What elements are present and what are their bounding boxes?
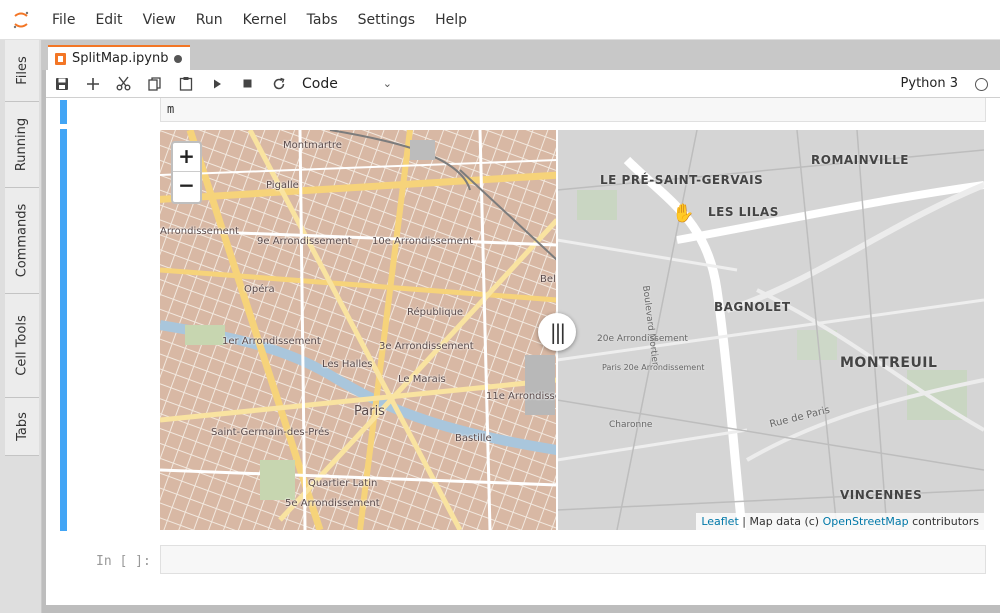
cell-prompt: In [ ]: bbox=[96, 554, 151, 569]
map-label-romainville: ROMAINVILLE bbox=[811, 153, 909, 167]
jupyterlab-window: File Edit View Run Kernel Tabs Settings … bbox=[0, 0, 1000, 613]
openstreetmap-link[interactable]: OpenStreetMap bbox=[823, 515, 909, 528]
map-label: 5e Arrondissement bbox=[285, 498, 380, 509]
map-label-20e: 20e Arrondissement bbox=[597, 334, 688, 344]
previous-cell-input[interactable]: m bbox=[160, 98, 986, 122]
left-map-layer[interactable]: Montmartre Pigalle 9e Arrondissement 10e… bbox=[160, 130, 557, 530]
unsaved-indicator-icon[interactable] bbox=[174, 55, 182, 63]
cell-type-select[interactable]: Code ⌄ bbox=[302, 76, 392, 92]
map-attribution: Leaflet | Map data (c) OpenStreetMap con… bbox=[696, 513, 984, 530]
chevron-down-icon: ⌄ bbox=[382, 77, 392, 90]
restart-icon bbox=[273, 77, 284, 89]
split-map-output[interactable]: Montmartre Pigalle 9e Arrondissement 10e… bbox=[160, 130, 984, 530]
zoom-in-button[interactable]: + bbox=[173, 143, 200, 172]
notebook-icon bbox=[55, 52, 66, 65]
notebook-panel[interactable]: m Montmartre Pigalle 9e Arrondissement 1… bbox=[46, 98, 1000, 605]
add-cell-button[interactable] bbox=[77, 70, 108, 98]
run-icon bbox=[213, 79, 221, 88]
swipe-handle[interactable]: ||| bbox=[538, 313, 576, 351]
menu-bar: File Edit View Run Kernel Tabs Settings … bbox=[0, 0, 1000, 40]
map-label: 3e Arrondissement bbox=[379, 341, 474, 352]
zoom-out-button[interactable]: − bbox=[173, 172, 200, 201]
sidebar-tab-label: Running bbox=[14, 117, 30, 172]
sidebar-tab-running[interactable]: Running bbox=[5, 102, 39, 188]
status-strip bbox=[42, 605, 1000, 613]
map-label-montreuil: MONTREUIL bbox=[840, 355, 938, 371]
menu-view[interactable]: View bbox=[133, 0, 186, 40]
map-label: Paris bbox=[354, 404, 385, 419]
copy-icon bbox=[147, 76, 161, 91]
leaflet-link[interactable]: Leaflet bbox=[701, 515, 738, 528]
map-label-vincennes: VINCENNES bbox=[840, 488, 923, 502]
menu-file[interactable]: File bbox=[42, 0, 85, 40]
tab-splitmap-notebook[interactable]: SplitMap.ipynb bbox=[48, 45, 190, 70]
map-label: Le Marais bbox=[398, 374, 446, 385]
left-sidebar: Files Running Commands Cell Tools Tabs bbox=[0, 40, 42, 613]
restart-kernel-button[interactable] bbox=[263, 70, 294, 98]
map-label: 11e Arrondissement bbox=[486, 391, 557, 402]
sidebar-tab-label: Commands bbox=[14, 203, 30, 278]
cut-button[interactable] bbox=[108, 70, 139, 98]
sidebar-tab-cell-tools[interactable]: Cell Tools bbox=[5, 294, 39, 398]
street-map-tiles bbox=[160, 130, 557, 530]
paste-icon bbox=[179, 77, 192, 91]
map-label-bagnolet: BAGNOLET bbox=[714, 300, 791, 314]
sidebar-tab-label: Tabs bbox=[14, 412, 30, 441]
menu-help[interactable]: Help bbox=[425, 0, 477, 40]
previous-cell-collapser[interactable] bbox=[60, 100, 67, 124]
main-area: SplitMap.ipynb Code ⌄ Python 3 m Montmar… bbox=[42, 40, 1000, 613]
grab-cursor-icon: ✋ bbox=[672, 203, 695, 224]
add-icon bbox=[86, 77, 99, 90]
stop-icon bbox=[243, 79, 252, 88]
save-button[interactable] bbox=[46, 70, 77, 98]
sidebar-tab-commands[interactable]: Commands bbox=[5, 188, 39, 294]
cell-type-value: Code bbox=[302, 75, 338, 92]
map-label: Les Halles bbox=[322, 359, 373, 370]
right-map-layer[interactable]: ROMAINVILLE LE PRÉ-SAINT-GERVAIS LES LIL… bbox=[557, 130, 984, 530]
attribution-suffix: contributors bbox=[908, 515, 979, 528]
kernel-status-icon bbox=[975, 78, 988, 91]
save-icon bbox=[55, 77, 68, 90]
map-label-les-lilas: LES LILAS bbox=[708, 205, 779, 219]
map-label-paris-20e: Paris 20e Arrondissement bbox=[602, 363, 705, 372]
paste-button[interactable] bbox=[170, 70, 201, 98]
menu-kernel[interactable]: Kernel bbox=[233, 0, 297, 40]
map-label: Opéra bbox=[244, 284, 275, 295]
jupyter-logo-icon bbox=[0, 0, 42, 40]
map-label: Bastille bbox=[455, 433, 492, 444]
sidebar-tab-label: Files bbox=[14, 56, 30, 85]
sidebar-tab-files[interactable]: Files bbox=[5, 40, 39, 102]
sidebar-tab-label: Cell Tools bbox=[14, 315, 30, 376]
map-label-charonne: Charonne bbox=[609, 420, 653, 430]
active-cell-collapser[interactable] bbox=[60, 129, 67, 531]
map-label: Quartier Latin bbox=[308, 478, 378, 489]
sidebar-tab-tabs[interactable]: Tabs bbox=[5, 398, 39, 456]
map-label: 1er Arrondissement bbox=[222, 336, 321, 347]
menu-tabs[interactable]: Tabs bbox=[297, 0, 348, 40]
map-label: 10e Arrondissement bbox=[372, 236, 474, 247]
map-label: Belleville bbox=[540, 274, 557, 285]
menu-edit[interactable]: Edit bbox=[85, 0, 132, 40]
menu-run[interactable]: Run bbox=[186, 0, 233, 40]
map-label: Arrondissement bbox=[160, 226, 239, 237]
copy-button[interactable] bbox=[139, 70, 170, 98]
map-label: Montmartre bbox=[283, 140, 342, 151]
menu-settings[interactable]: Settings bbox=[348, 0, 425, 40]
stop-button[interactable] bbox=[232, 70, 263, 98]
kernel-name[interactable]: Python 3 bbox=[901, 76, 958, 91]
cut-icon bbox=[116, 76, 131, 91]
tab-title: SplitMap.ipynb bbox=[72, 51, 169, 66]
attribution-text: | Map data (c) bbox=[738, 515, 823, 528]
empty-cell-input[interactable] bbox=[160, 545, 986, 574]
map-label-pre-saint-gervais: LE PRÉ-SAINT-GERVAIS bbox=[600, 173, 764, 187]
map-label: 9e Arrondissement bbox=[257, 236, 352, 247]
zoom-control: + − bbox=[171, 141, 202, 204]
run-button[interactable] bbox=[201, 70, 232, 98]
map-label: Saint-Germain-des-Prés bbox=[211, 427, 330, 438]
document-tab-bar: SplitMap.ipynb bbox=[42, 40, 1000, 70]
gray-map-tiles bbox=[557, 130, 984, 530]
map-label: République bbox=[407, 307, 464, 318]
map-label: Pigalle bbox=[266, 180, 299, 191]
notebook-toolbar: Code ⌄ Python 3 bbox=[46, 70, 1000, 98]
